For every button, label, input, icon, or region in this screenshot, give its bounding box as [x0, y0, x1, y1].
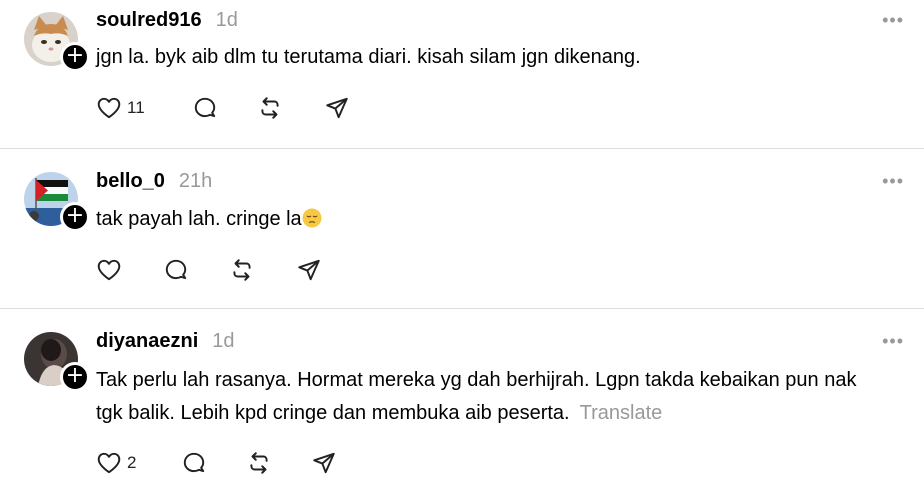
follow-plus-icon[interactable]: +	[60, 362, 90, 392]
username[interactable]: soulred916	[96, 9, 202, 32]
more-options-icon[interactable]: •••	[882, 171, 904, 192]
timestamp: 21h	[178, 170, 213, 192]
like-count: 2	[127, 453, 137, 472]
repost-icon	[233, 259, 251, 281]
repost-icon	[261, 97, 279, 119]
send-icon	[298, 259, 320, 281]
like-button[interactable]: 11	[96, 93, 145, 123]
pensive-face-emoji	[302, 208, 322, 228]
follow-plus-icon[interactable]: +	[60, 202, 90, 232]
post-text: Tak perlu lah rasanya. Hormat mereka yg …	[96, 364, 886, 430]
comment-icon	[194, 97, 216, 118]
post-text-content: Tak perlu lah rasanya. Hormat mereka yg …	[96, 369, 857, 424]
repost-button[interactable]	[229, 255, 255, 285]
timestamp: 1d	[212, 330, 235, 352]
post-2: + bello_0 21h ••• tak payah lah. cringe …	[0, 149, 924, 308]
post-text: jgn la. byk aib dlm tu terutama diari. k…	[96, 46, 641, 68]
post-3: + diyanaezni 1d ••• Tak perlu lah rasany…	[0, 309, 924, 494]
comment-icon	[183, 452, 205, 473]
like-button[interactable]: 2	[96, 448, 136, 478]
like-count: 11	[127, 98, 145, 117]
heart-icon	[97, 97, 121, 119]
avatar[interactable]: +	[24, 332, 90, 392]
reply-button[interactable]	[181, 448, 207, 478]
share-button[interactable]	[324, 93, 350, 123]
reply-button[interactable]	[192, 93, 218, 123]
post-1: + soulred916 1d ••• jgn la. byk aib dlm …	[0, 0, 924, 148]
like-button[interactable]	[96, 255, 122, 285]
send-icon	[313, 452, 335, 474]
more-options-icon[interactable]: •••	[882, 10, 904, 31]
comment-icon	[165, 259, 187, 280]
avatar[interactable]: +	[24, 172, 90, 232]
heart-icon	[97, 452, 121, 474]
send-icon	[326, 97, 348, 119]
heart-icon	[97, 259, 121, 281]
repost-icon	[250, 452, 268, 474]
translate-link[interactable]: Translate	[580, 402, 663, 424]
follow-plus-icon[interactable]: +	[60, 42, 90, 72]
repost-button[interactable]	[246, 448, 272, 478]
username[interactable]: diyanaezni	[96, 330, 198, 353]
share-button[interactable]	[311, 448, 337, 478]
timestamp: 1d	[215, 9, 238, 31]
post-text: tak payah lah. cringe la	[96, 203, 896, 236]
username[interactable]: bello_0	[96, 170, 165, 193]
more-options-icon[interactable]: •••	[882, 331, 904, 352]
repost-button[interactable]	[257, 93, 283, 123]
share-button[interactable]	[296, 255, 322, 285]
reply-button[interactable]	[163, 255, 189, 285]
avatar[interactable]: +	[24, 12, 90, 72]
post-text-content: tak payah lah. cringe la	[96, 208, 302, 230]
